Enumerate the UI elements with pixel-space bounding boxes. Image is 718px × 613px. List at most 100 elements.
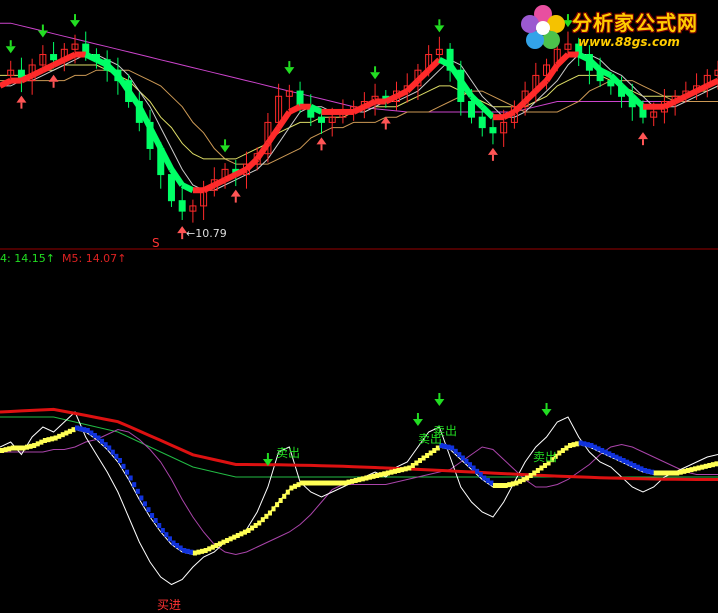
step-block	[89, 430, 94, 436]
candle-body	[167, 174, 175, 202]
step-block	[82, 427, 87, 433]
step-block	[46, 437, 51, 443]
step-block	[653, 470, 658, 476]
step-block	[682, 468, 687, 474]
step-block	[446, 444, 451, 450]
step-block	[478, 472, 483, 478]
step-block	[282, 493, 287, 499]
step-block	[10, 445, 15, 451]
sell-signal-4: 卖出	[533, 450, 558, 464]
step-block	[360, 476, 365, 482]
step-block	[410, 463, 415, 468]
step-block	[500, 483, 505, 488]
flower-logo-icon	[521, 5, 565, 49]
step-block	[267, 510, 272, 516]
step-block	[432, 448, 437, 453]
legend-item-1: 4: 14.15↑	[0, 252, 55, 265]
step-block	[700, 464, 705, 470]
step-block	[278, 498, 283, 503]
step-block	[125, 469, 130, 475]
buy-signal: 买进	[157, 598, 182, 612]
step-block	[17, 445, 22, 451]
step-block	[50, 436, 55, 442]
step-block	[389, 469, 394, 475]
step-block	[100, 438, 105, 444]
step-block	[650, 469, 655, 475]
step-block	[28, 443, 33, 449]
step-block	[171, 540, 176, 546]
step-block	[557, 450, 562, 456]
step-block	[271, 506, 276, 512]
step-block	[614, 454, 619, 460]
step-block	[203, 548, 208, 553]
step-block	[300, 480, 305, 486]
step-block	[221, 539, 226, 545]
step-block	[589, 443, 594, 448]
step-block	[153, 518, 158, 523]
step-block	[467, 462, 473, 468]
step-block	[610, 453, 615, 458]
step-block	[285, 489, 290, 495]
step-block	[307, 480, 312, 486]
step-block	[392, 468, 398, 474]
step-block	[385, 470, 390, 476]
step-block	[703, 463, 708, 469]
step-block	[228, 536, 233, 542]
site-url: www.88gs.com	[578, 35, 680, 49]
step-block	[425, 453, 430, 458]
step-block	[317, 480, 322, 486]
step-block	[114, 453, 119, 459]
step-block	[489, 480, 494, 486]
step-block	[57, 433, 62, 439]
step-block	[400, 467, 405, 473]
step-block	[189, 549, 194, 555]
step-block	[450, 445, 455, 451]
step-block	[64, 430, 69, 436]
step-block	[339, 480, 344, 486]
step-block	[535, 468, 540, 473]
step-block	[182, 548, 187, 553]
step-block	[660, 470, 665, 476]
step-block	[607, 451, 612, 457]
step-block	[353, 478, 358, 483]
step-block	[196, 549, 201, 555]
step-block	[53, 435, 58, 441]
step-block	[14, 445, 19, 451]
step-block	[275, 502, 280, 508]
step-block	[707, 463, 712, 468]
sell-signal-3: 卖出	[433, 424, 458, 438]
step-block	[85, 428, 90, 433]
candle-body	[489, 127, 497, 134]
step-block	[342, 480, 347, 486]
step-block	[403, 466, 408, 472]
step-block	[592, 444, 598, 450]
step-block	[242, 529, 247, 535]
step-block	[103, 442, 108, 448]
step-block	[560, 448, 565, 453]
step-block	[667, 470, 673, 476]
candle-body	[317, 116, 325, 123]
step-block	[225, 538, 230, 543]
step-block	[0, 448, 5, 453]
step-block	[714, 461, 718, 467]
step-block	[582, 441, 587, 447]
step-block	[642, 468, 648, 473]
step-block	[185, 548, 190, 554]
step-block	[157, 523, 162, 528]
step-block	[532, 470, 537, 476]
step-block	[685, 468, 690, 473]
step-block	[110, 449, 115, 455]
step-block	[7, 446, 12, 452]
step-block	[260, 517, 265, 523]
step-block	[492, 483, 498, 488]
step-block	[471, 465, 476, 471]
step-block	[485, 478, 490, 483]
step-block	[453, 448, 458, 454]
step-block	[92, 433, 97, 438]
step-block	[235, 533, 240, 538]
step-block	[142, 501, 147, 507]
step-block	[60, 432, 65, 438]
step-block	[132, 482, 137, 488]
step-block	[596, 446, 601, 452]
step-block	[192, 550, 197, 556]
